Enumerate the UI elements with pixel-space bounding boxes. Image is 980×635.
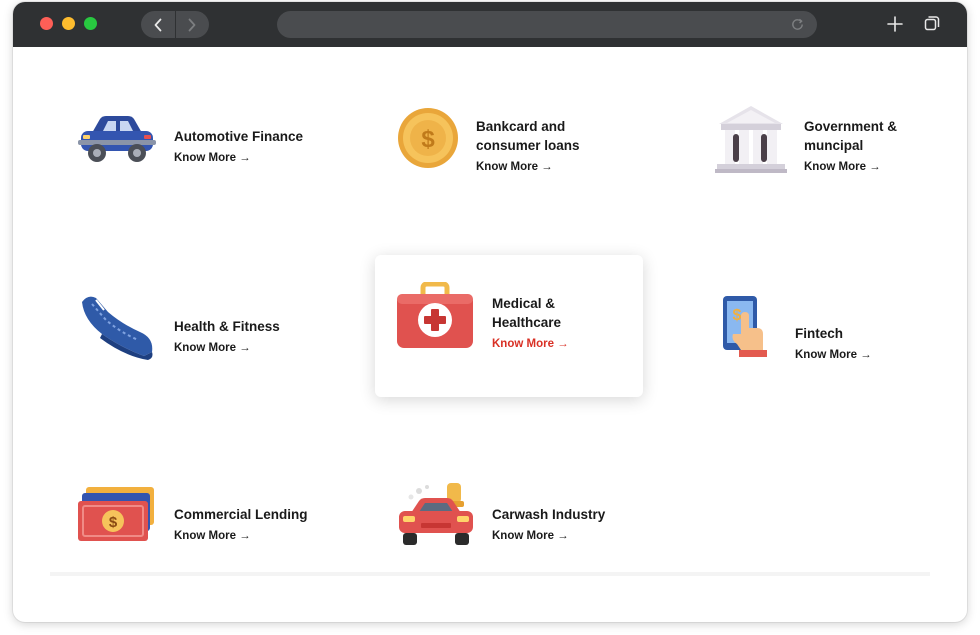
back-button[interactable] (141, 11, 175, 38)
industry-title: Automotive Finance (174, 129, 304, 144)
industry-carwash: Carwash Industry Know More → (397, 483, 657, 553)
reload-icon[interactable] (790, 17, 805, 32)
know-more-link[interactable]: Know More → (174, 152, 251, 164)
industry-title-line2: muncipal (804, 138, 864, 153)
know-more-link[interactable]: Know More → (174, 342, 251, 354)
industry-commercial-lending: $ Commercial Lending Know More → (78, 485, 338, 555)
zoom-window-button[interactable] (84, 17, 97, 30)
browser-titlebar (13, 2, 967, 47)
address-bar[interactable] (277, 11, 817, 38)
close-window-button[interactable] (40, 17, 53, 30)
industry-title: Health & Fitness (174, 319, 280, 334)
car-icon (78, 116, 156, 162)
first-aid-kit-icon (397, 282, 473, 348)
svg-text:$: $ (421, 126, 435, 153)
industry-title: Commercial Lending (174, 507, 308, 522)
tab-overview-icon[interactable] (924, 15, 940, 31)
industry-title: Bankcard and (476, 119, 566, 134)
industry-government-municipal: Government & muncipal Know More → (715, 102, 955, 182)
chevron-left-icon (154, 18, 162, 31)
know-more-link[interactable]: Know More → (804, 161, 881, 173)
section-divider (50, 572, 930, 576)
minimize-window-button[interactable] (62, 17, 75, 30)
industries-grid: Automotive Finance Know More → $ Bankcar… (13, 47, 967, 622)
know-more-link[interactable]: Know More → (174, 530, 251, 542)
carwash-icon (399, 483, 473, 545)
industry-title: Fintech (795, 326, 844, 341)
svg-text:$: $ (733, 307, 742, 324)
bank-building-icon (715, 106, 787, 173)
coin-icon: $ (398, 108, 458, 168)
industry-bankcard-consumer-loans: $ Bankcard and consumer loans Know More … (397, 105, 657, 185)
industry-fintech: $ Fintech Know More → (721, 294, 961, 364)
industry-title-line2: consumer loans (476, 138, 580, 153)
industry-title: Government & (804, 119, 898, 134)
forward-button[interactable] (176, 11, 210, 38)
industry-health-fitness: Health & Fitness Know More → (78, 287, 338, 367)
svg-text:$: $ (109, 514, 118, 531)
navigation-buttons (141, 11, 209, 38)
phone-payment-icon: $ (723, 296, 767, 357)
know-more-link[interactable]: Know More → (476, 161, 553, 173)
industry-automotive-finance: Automotive Finance Know More → (78, 109, 338, 179)
plus-icon[interactable] (886, 15, 904, 33)
industry-title-line2: Healthcare (492, 315, 562, 330)
know-more-link[interactable]: Know More → (492, 338, 569, 350)
industry-medical-healthcare: Medical & Healthcare Know More → (397, 280, 637, 370)
know-more-link[interactable]: Know More → (492, 530, 569, 542)
browser-window: Automotive Finance Know More → $ Bankcar… (13, 2, 967, 622)
sneaker-icon (82, 296, 153, 360)
industry-title: Carwash Industry (492, 507, 606, 522)
industry-title: Medical & (492, 296, 556, 311)
cash-stack-icon: $ (78, 487, 154, 541)
know-more-link[interactable]: Know More → (795, 349, 872, 361)
chevron-right-icon (188, 18, 196, 31)
